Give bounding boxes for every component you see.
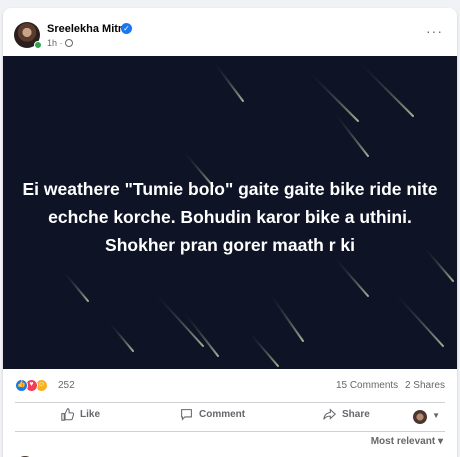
post-media[interactable]: Ei weathere "Tumie bolo" gaite gaite bik… <box>3 56 457 369</box>
share-label: Share <box>342 409 370 420</box>
share-button[interactable]: Share <box>323 408 370 421</box>
comment-icon <box>181 409 192 421</box>
globe-icon <box>64 39 73 47</box>
comment-sort-label: Most relevant <box>370 436 436 447</box>
post-meta: 1h · <box>47 38 73 48</box>
actions-bottom-divider <box>15 431 445 432</box>
author-name[interactable]: Sreelekha Mitra <box>47 23 128 35</box>
share-as-avatar[interactable] <box>413 410 427 424</box>
more-icon[interactable]: ··· <box>426 24 443 38</box>
action-bar: Like Comment Share ▼ <box>3 403 457 431</box>
comment-sort-dropdown[interactable]: Most relevant ▾ <box>371 436 443 447</box>
post-text: Ei weathere "Tumie bolo" gaite gaite bik… <box>22 179 438 255</box>
like-icon <box>61 408 74 421</box>
like-reaction-icon: 👍 <box>15 379 28 392</box>
post-card: Sreelekha Mitra ✓ 1h · ··· Ei weathere "… <box>3 8 457 457</box>
share-count[interactable]: 2 Shares <box>405 380 445 391</box>
chevron-down-icon[interactable]: ▼ <box>432 411 440 420</box>
comment-count[interactable]: 15 Comments <box>336 380 398 391</box>
comment-button[interactable]: Comment <box>180 408 245 421</box>
engagement-counts: 15 Comments 2 Shares <box>332 380 445 391</box>
comment-label: Comment <box>199 409 246 420</box>
share-icon <box>323 408 336 420</box>
online-status-dot <box>34 41 42 49</box>
like-button[interactable]: Like <box>61 408 100 421</box>
like-label: Like <box>80 409 101 420</box>
post-time[interactable]: 1h <box>47 38 57 48</box>
post-header: Sreelekha Mitra ✓ 1h · ··· <box>3 8 457 56</box>
reaction-count[interactable]: 252 <box>58 380 75 391</box>
verified-icon: ✓ <box>121 23 132 34</box>
post-stats: 👍 ♥ ☺ 252 15 Comments 2 Shares <box>3 369 457 402</box>
